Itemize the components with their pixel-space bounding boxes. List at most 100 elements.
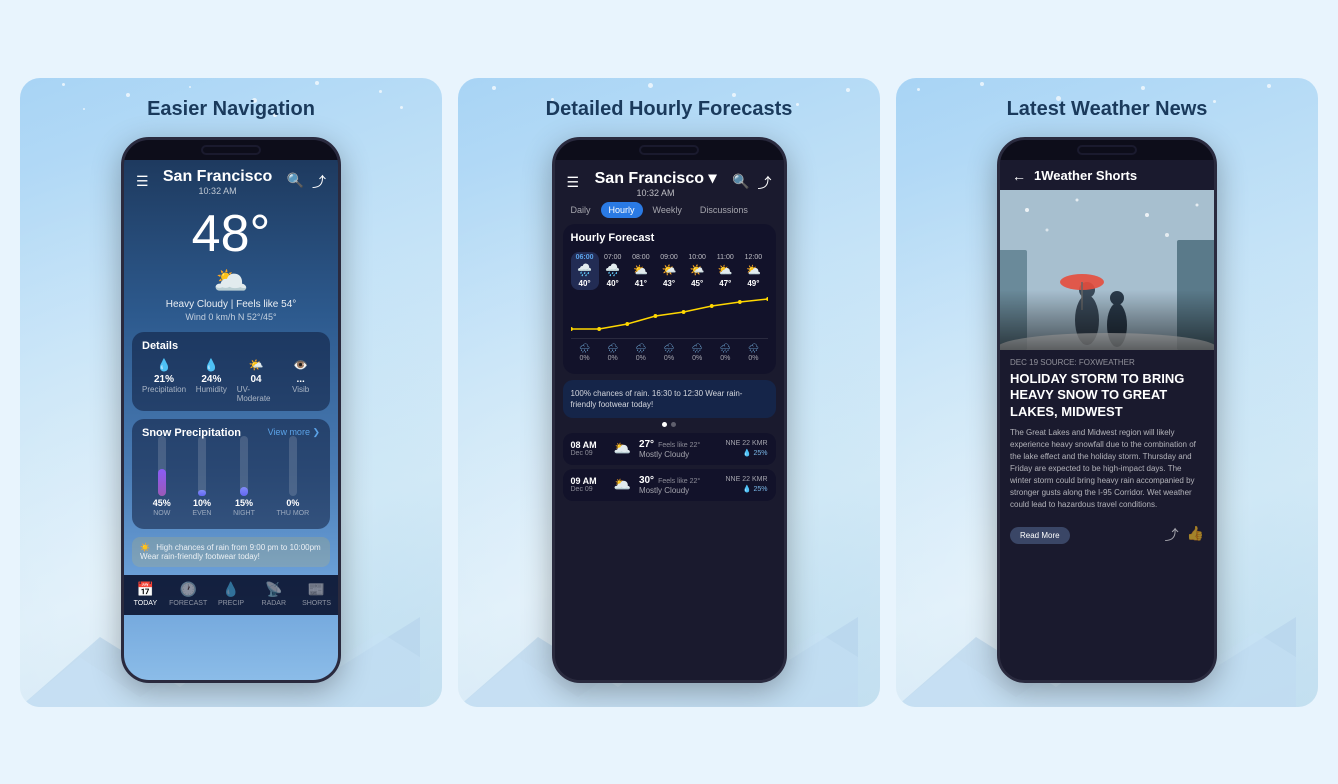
time-1: 10:32 AM xyxy=(163,186,272,196)
hour-temp-1000: 45° xyxy=(691,279,703,288)
precip-icon: 💧 xyxy=(157,358,172,372)
hour-icon-0900: 🌤️ xyxy=(662,263,677,277)
precip-val-3: 0% xyxy=(664,355,674,362)
hsi-temp-0900: 30° xyxy=(639,475,654,486)
snow-fill-now xyxy=(158,469,166,496)
hsi-desc-0800: 27° Feels like 22° Mostly Cloudy xyxy=(639,439,718,459)
snow-pct-now: 45% xyxy=(153,498,171,508)
precip-col-0: 🌧 0% xyxy=(571,343,599,362)
visibility-icon: 👁️ xyxy=(293,358,308,372)
nav-radar[interactable]: 📡 RADAR xyxy=(252,581,295,607)
precip-icon-5: 🌧 xyxy=(720,343,731,354)
tab-discussions[interactable]: Discussions xyxy=(692,202,756,218)
visibility-label: Visib xyxy=(292,385,309,394)
snow-section: Snow Precipitation View more ❯ 45% NOW xyxy=(132,419,330,529)
hsi-date-0800: Dec 09 xyxy=(571,450,606,457)
hour-time-1100: 11:00 xyxy=(717,254,734,261)
detail-humidity: 💧 24% Humidity xyxy=(192,358,231,403)
details-row-1: 💧 21% Precipitation 💧 24% Humidity 🌤️ 04 xyxy=(142,358,320,403)
search-icon-2[interactable]: 🔍 xyxy=(732,173,749,193)
news-image xyxy=(1000,190,1214,350)
hour-time-0600: 06:00 xyxy=(576,254,594,261)
precip-col-6: 🌧 0% xyxy=(739,343,767,362)
hsi-0800: 08 AM Dec 09 🌥️ 27° Feels like 22° Mostl… xyxy=(563,433,776,465)
precip-val-0: 0% xyxy=(580,355,590,362)
phone-1-screen: ☰ San Francisco 10:32 AM 🔍 ⤴ 48° 🌥️ Heav… xyxy=(124,160,338,680)
panel-1-title: Easier Navigation xyxy=(147,98,315,121)
precip-label: Precipitation xyxy=(142,385,186,394)
hour-time-1200: 12:00 xyxy=(745,254,763,261)
share-news-icon[interactable]: ⤴ xyxy=(1165,525,1179,545)
snow-label-thu: THU MOR xyxy=(276,510,309,517)
city-name-1: San Francisco xyxy=(163,168,272,186)
panel-2-title: Detailed Hourly Forecasts xyxy=(546,98,793,121)
hsi-temp-0800: 27° xyxy=(639,439,654,450)
nav-precip[interactable]: 💧 PRECIP xyxy=(210,581,253,607)
hour-icon-1000: 🌤️ xyxy=(690,263,705,277)
hourly-times: 06:00 🌧️ 40° 07:00 🌧️ 40° 08:00 ⛅ xyxy=(571,252,768,290)
nav-today[interactable]: 📅 TODAY xyxy=(124,581,167,607)
nav-shorts[interactable]: 📰 SHORTS xyxy=(295,581,338,607)
dot-1 xyxy=(662,422,667,427)
precip-nav-label: PRECIP xyxy=(218,600,244,607)
dot-2 xyxy=(671,422,676,427)
tab-daily[interactable]: Daily xyxy=(563,202,599,218)
nav-forecast[interactable]: 🕐 FORECAST xyxy=(167,581,210,607)
precip-col-3: 🌧 0% xyxy=(655,343,683,362)
condition-1: Heavy Cloudy | Feels like 54° xyxy=(124,299,338,310)
snow-label-now: NOW xyxy=(153,510,170,517)
news-action-icons: ⤴ 👍 xyxy=(1165,525,1204,545)
hsi-time-0900: 09 AM xyxy=(571,476,606,486)
humidity-icon: 💧 xyxy=(204,358,219,372)
share-icon-1[interactable]: ⤴ xyxy=(312,172,326,192)
hour-time-0800: 08:00 xyxy=(632,254,650,261)
precip-icon-2: 🌧 xyxy=(635,343,646,354)
temperature-1: 48° xyxy=(124,208,338,260)
snow-label-night: NIGHT xyxy=(233,510,255,517)
hsi-cond-0800: Mostly Cloudy xyxy=(639,450,718,459)
menu-icon[interactable]: ☰ xyxy=(136,173,149,190)
hsi-wind-0800: NNE 22 KMR xyxy=(725,440,767,447)
hour-0800: 08:00 ⛅ 41° xyxy=(627,252,655,290)
snow-fill-night xyxy=(240,487,248,496)
hour-icon-0700: 🌧️ xyxy=(605,263,620,277)
search-icon-1[interactable]: 🔍 xyxy=(287,172,304,192)
hsi-icon-0900: 🌥️ xyxy=(614,476,631,493)
notch-pill-3 xyxy=(1077,145,1137,155)
tab-hourly[interactable]: Hourly xyxy=(601,202,643,218)
panel-news: Latest Weather News ← 1Weather Shorts xyxy=(896,78,1318,707)
precip-col-4: 🌧 0% xyxy=(683,343,711,362)
details-section-1: Details 💧 21% Precipitation 💧 24% Humidi… xyxy=(132,332,330,411)
uv-label: UV-Moderate xyxy=(237,385,276,403)
precip-icon-0: 🌧 xyxy=(579,343,590,354)
precip-icon-1: 🌧 xyxy=(607,343,618,354)
uv-icon: 🌤️ xyxy=(249,358,264,372)
uv-value: 04 xyxy=(250,374,261,385)
hour-temp-0600: 40° xyxy=(579,279,591,288)
snow-label-even: EVEN xyxy=(192,510,211,517)
phone-3: ← 1Weather Shorts xyxy=(997,137,1217,683)
phone-3-notch xyxy=(1000,140,1214,160)
shorts-label: SHORTS xyxy=(302,600,331,607)
hour-temp-0800: 41° xyxy=(635,279,647,288)
forecast-icon: 🕐 xyxy=(179,581,196,598)
precip-icon-3: 🌧 xyxy=(663,343,674,354)
detail-visibility: 👁️ ... Visib xyxy=(281,358,320,403)
alert-banner-2: 100% chances of rain. 16:30 to 12:30 Wea… xyxy=(563,380,776,418)
menu-icon-2[interactable]: ☰ xyxy=(567,174,580,191)
like-news-icon[interactable]: 👍 xyxy=(1187,525,1204,545)
hour-0600: 06:00 🌧️ 40° xyxy=(571,252,599,290)
hour-icon-1100: ⛅ xyxy=(718,263,733,277)
hsi-feels-0900: Feels like 22° xyxy=(658,478,700,485)
hsi-icon-0800: 🌥️ xyxy=(614,440,631,457)
tab-weekly[interactable]: Weekly xyxy=(645,202,690,218)
hour-time-1000: 10:00 xyxy=(688,254,706,261)
bottom-nav-1: 📅 TODAY 🕐 FORECAST 💧 PRECIP 📡 RADAR xyxy=(124,575,338,615)
news-app-title: 1Weather Shorts xyxy=(1034,168,1137,183)
hsi-feels-0800: Feels like 22° xyxy=(658,442,700,449)
share-icon-2[interactable]: ⤴ xyxy=(757,173,771,193)
hour-1000: 10:00 🌤️ 45° xyxy=(683,252,711,290)
precip-val-2: 0% xyxy=(636,355,646,362)
read-more-button[interactable]: Read More xyxy=(1010,527,1070,544)
back-arrow-icon[interactable]: ← xyxy=(1012,168,1026,184)
